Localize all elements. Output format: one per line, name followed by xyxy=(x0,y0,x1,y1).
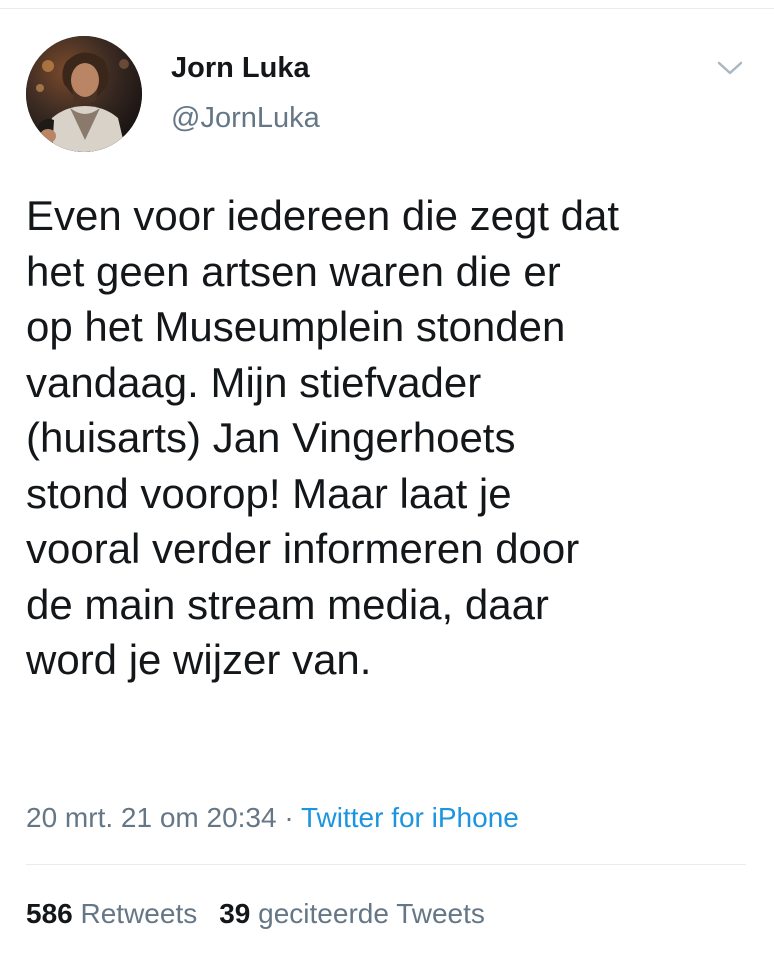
tweet-stats: 586 Retweets 39 geciteerde Tweets xyxy=(26,894,485,934)
meta-separator: · xyxy=(284,802,294,833)
stats-divider xyxy=(26,864,746,865)
quotes-label: geciteerde Tweets xyxy=(258,898,485,929)
tweet-card: Jorn Luka @JornLuka Even voor iedereen d… xyxy=(0,0,774,960)
tweet-text: Even voor iedereen die zegt dat het geen… xyxy=(26,192,620,683)
chevron-down-icon[interactable] xyxy=(716,58,744,78)
tweet-source-link[interactable]: Twitter for iPhone xyxy=(301,802,519,833)
user-names: Jorn Luka @JornLuka xyxy=(171,50,320,138)
retweets-stat[interactable]: 586 Retweets xyxy=(26,898,197,929)
avatar[interactable] xyxy=(26,36,142,152)
top-divider xyxy=(0,8,774,9)
tweet-header: Jorn Luka @JornLuka xyxy=(26,36,746,154)
retweets-count: 586 xyxy=(26,898,73,929)
user-handle[interactable]: @JornLuka xyxy=(171,98,320,138)
tweet-timestamp[interactable]: 20 mrt. 21 om 20:34 xyxy=(26,802,277,833)
quotes-count: 39 xyxy=(219,898,251,929)
quotes-stat[interactable]: 39 geciteerde Tweets xyxy=(219,898,485,929)
retweets-label: Retweets xyxy=(80,898,198,929)
tweet-meta: 20 mrt. 21 om 20:34 · Twitter for iPhone xyxy=(26,798,519,838)
display-name[interactable]: Jorn Luka xyxy=(171,50,320,86)
avatar-photo xyxy=(26,36,142,152)
